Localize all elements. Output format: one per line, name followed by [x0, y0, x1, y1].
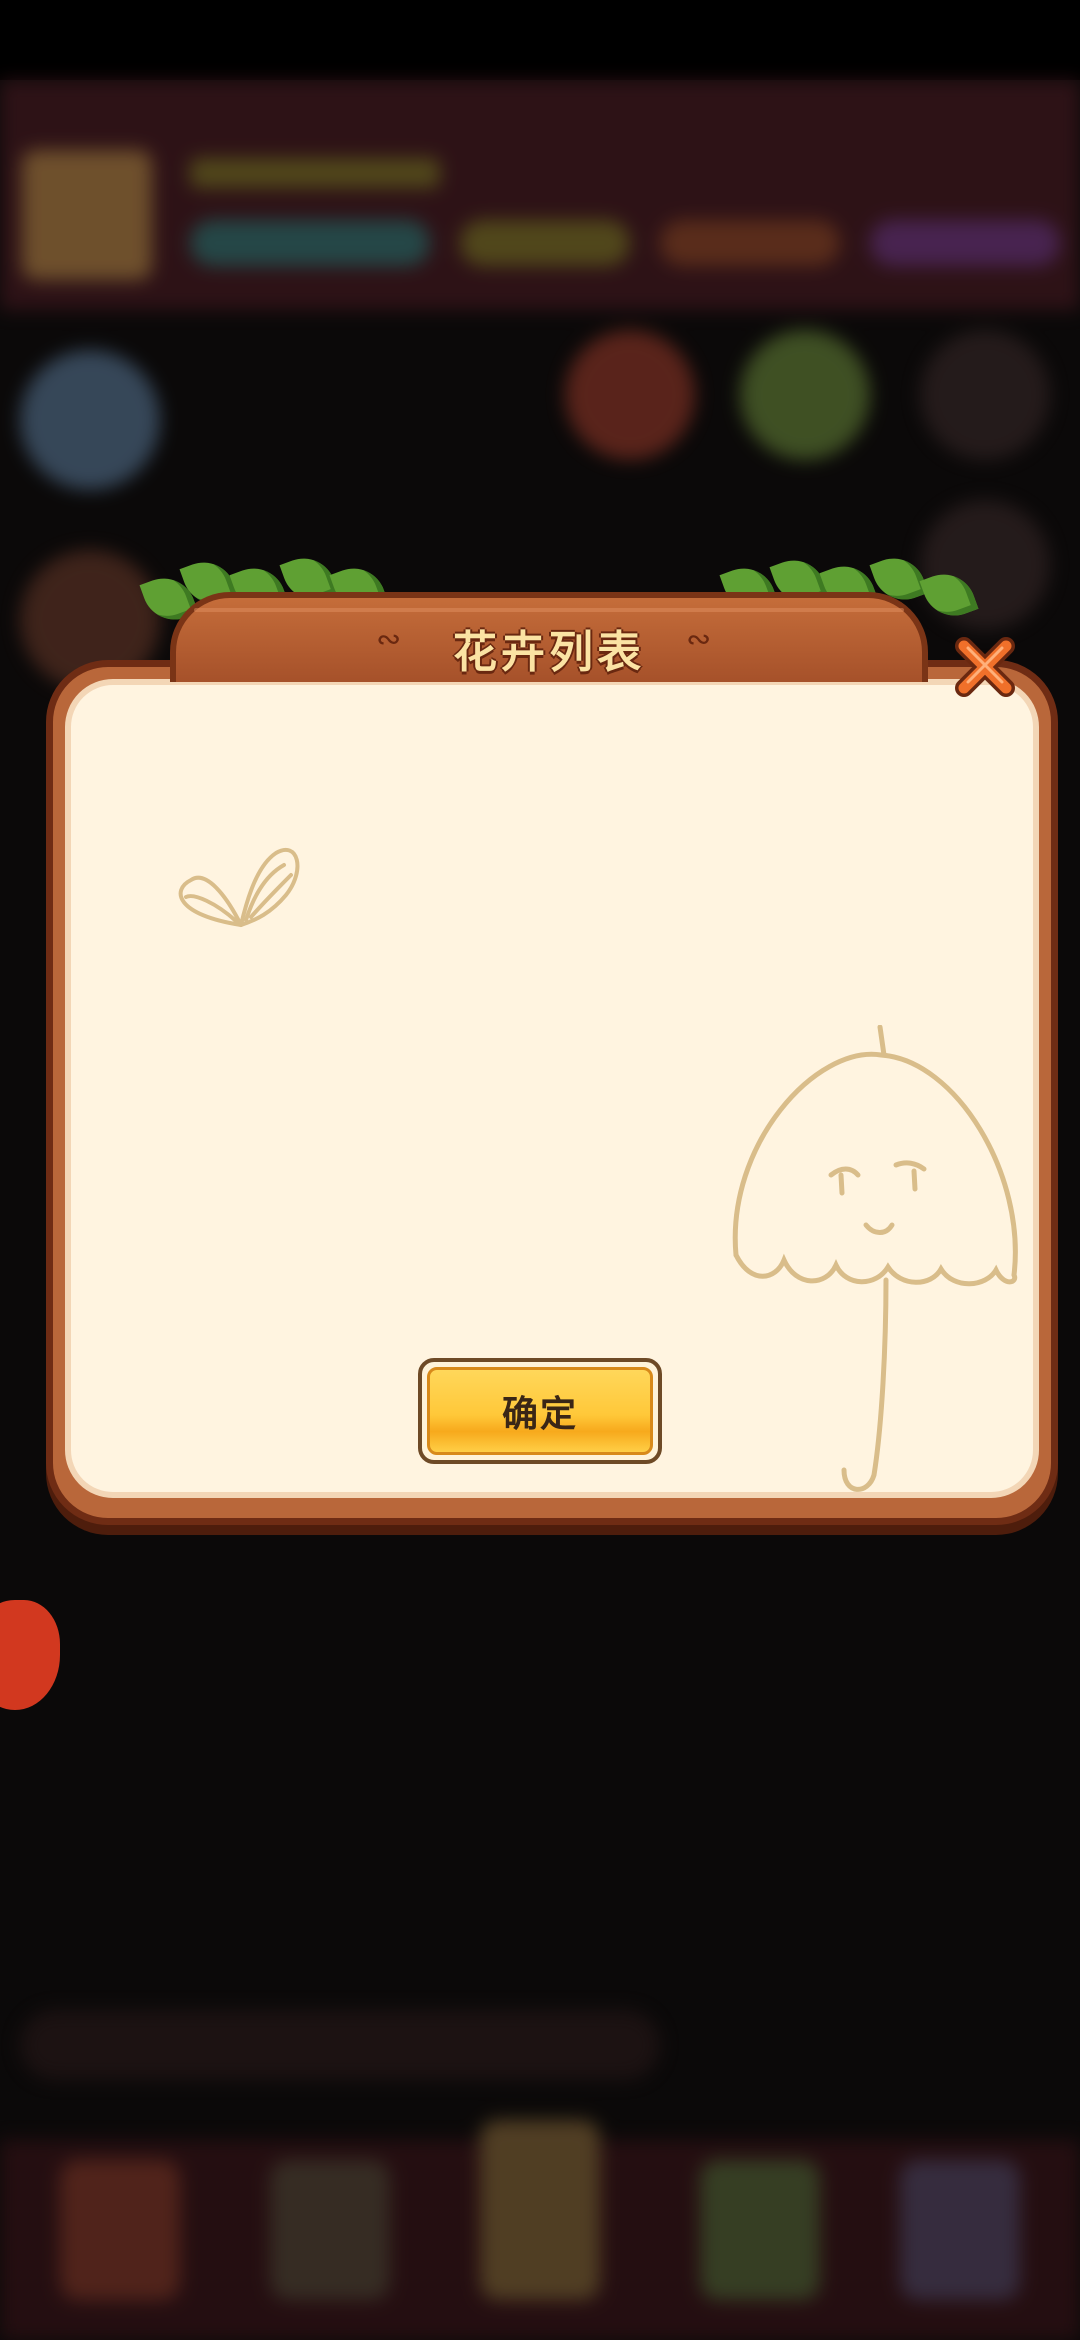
bottom-nav-icon	[700, 2160, 820, 2300]
resource-chip	[870, 220, 1060, 266]
bottom-nav-icon	[270, 2160, 390, 2300]
dialog-title: 花卉列表	[453, 627, 645, 678]
confirm-button-label: 确定	[501, 1394, 578, 1435]
heart-doodle-icon	[178, 847, 300, 927]
umbrella-doodle-icon	[732, 1025, 1018, 1492]
background-top-bar	[0, 80, 1080, 310]
confirm-button[interactable]: 确定	[418, 1358, 662, 1464]
background-item	[565, 330, 695, 460]
scroll-ornament-icon: ∾	[686, 622, 712, 657]
background-item	[740, 330, 870, 460]
confirm-button-face[interactable]: 确定	[427, 1367, 653, 1455]
close-x-icon[interactable]	[950, 632, 1020, 702]
resource-chip	[190, 220, 430, 266]
dialog-title-tab: ∾ 花卉列表 ∾	[170, 592, 928, 682]
game-screen: ∾ 花卉列表 ∾ 确定	[0, 0, 1080, 2340]
side-button	[20, 350, 160, 490]
background-player-name	[190, 158, 440, 188]
bottom-nav-icon	[480, 2120, 600, 2300]
bottom-nav-icon	[900, 2160, 1020, 2300]
avatar	[22, 150, 152, 280]
bottom-nav-icon	[60, 2160, 180, 2300]
background-chat-bar	[20, 2010, 660, 2080]
status-bar	[0, 0, 1080, 80]
resource-chip	[660, 220, 840, 266]
resource-chip	[460, 220, 630, 266]
background-item	[920, 330, 1050, 460]
